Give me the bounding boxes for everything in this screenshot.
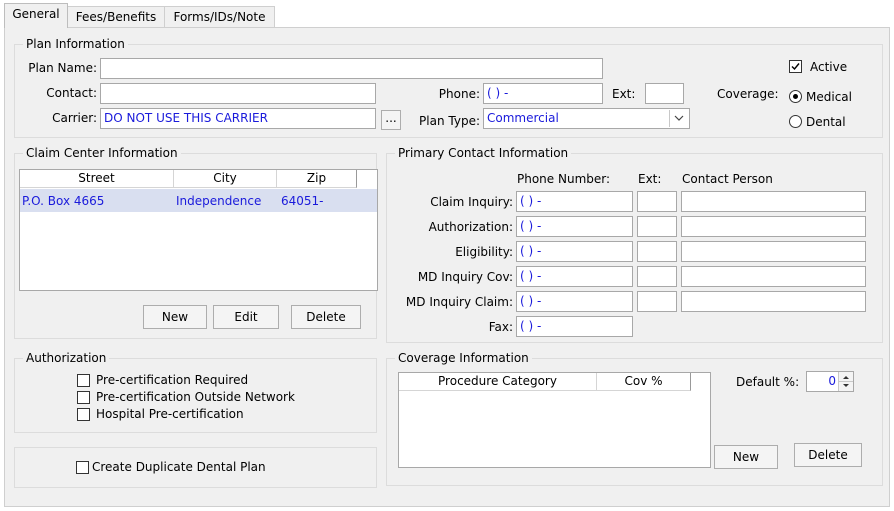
claim-center-legend: Claim Center Information — [23, 145, 181, 161]
coverage-new-button[interactable]: New — [714, 445, 778, 469]
column-header-procedure-category[interactable]: Procedure Category — [399, 373, 597, 391]
row-street: P.O. Box 4665 — [22, 194, 105, 208]
active-label: Active — [810, 60, 848, 74]
carrier-label: Carrier: — [52, 111, 97, 125]
default-percent-label: Default %: — [736, 375, 800, 389]
column-header-cov-percent[interactable]: Cov % — [597, 373, 691, 391]
claim-center-new-button[interactable]: New — [143, 305, 207, 329]
plan-editor-window: General Fees/Benefits Forms/IDs/Note Pla… — [0, 0, 894, 511]
ext-label: Ext: — [612, 87, 636, 101]
medical-label: Medical — [806, 90, 852, 104]
md-inquiry-claim-phone-input[interactable]: ( ) - — [516, 291, 633, 312]
authorization-phone-input[interactable]: ( ) - — [516, 216, 633, 237]
plan-type-label: Plan Type: — [419, 114, 480, 128]
plan-information-legend: Plan Information — [23, 36, 128, 52]
primary-contact-legend: Primary Contact Information — [395, 145, 572, 161]
arrow-up-icon — [843, 376, 849, 379]
dental-label: Dental — [806, 115, 846, 129]
carrier-input[interactable]: DO NOT USE THIS CARRIER — [100, 108, 376, 129]
authorization-ext-input[interactable] — [637, 216, 677, 237]
pre-cert-required-label: Pre-certification Required — [96, 373, 249, 387]
eligibility-person-input[interactable] — [681, 241, 866, 262]
tab-general[interactable]: General — [4, 3, 68, 28]
authorization-label: Authorization: — [428, 220, 513, 234]
active-checkbox[interactable] — [789, 60, 802, 73]
fax-input[interactable]: ( ) - — [516, 316, 633, 337]
pre-cert-outside-network-label: Pre-certification Outside Network — [96, 390, 295, 404]
general-panel: Plan Information Plan Name: Active Conta… — [4, 27, 890, 507]
phone-input[interactable]: ( ) - — [483, 83, 603, 104]
coverage-table[interactable]: Procedure Category Cov % — [398, 372, 711, 468]
tab-strip: General Fees/Benefits Forms/IDs/Note — [0, 0, 894, 28]
default-percent-spinner[interactable]: 0 — [806, 371, 854, 392]
carrier-browse-button[interactable]: ... — [381, 110, 401, 130]
md-inquiry-cov-label: MD Inquiry Cov: — [417, 270, 513, 284]
hospital-pre-cert-label: Hospital Pre-certification — [96, 407, 244, 421]
fax-label: Fax: — [488, 320, 513, 334]
row-city: Independence — [176, 194, 262, 208]
eligibility-label: Eligibility: — [455, 245, 513, 259]
authorization-legend: Authorization — [23, 350, 110, 366]
claim-inquiry-person-input[interactable] — [681, 191, 866, 212]
claim-inquiry-phone-input[interactable]: ( ) - — [516, 191, 633, 212]
authorization-person-input[interactable] — [681, 216, 866, 237]
coverage-medical-radio[interactable] — [789, 90, 802, 103]
plan-name-label: Plan Name: — [28, 61, 97, 75]
claim-inquiry-ext-input[interactable] — [637, 191, 677, 212]
md-inquiry-claim-label: MD Inquiry Claim: — [405, 295, 513, 309]
hospital-pre-cert-checkbox[interactable] — [77, 408, 90, 421]
chevron-down-icon[interactable] — [669, 110, 689, 127]
md-inquiry-cov-phone-input[interactable]: ( ) - — [516, 266, 633, 287]
checkmark-icon — [791, 63, 800, 71]
phone-ext-input[interactable] — [645, 83, 684, 104]
eligibility-phone-input[interactable]: ( ) - — [516, 241, 633, 262]
coverage-label: Coverage: — [717, 87, 779, 101]
column-header-street[interactable]: Street — [20, 170, 174, 188]
md-inquiry-claim-person-input[interactable] — [681, 291, 866, 312]
arrow-down-icon — [843, 384, 849, 387]
column-header-city[interactable]: City — [174, 170, 277, 188]
tab-forms-ids-note[interactable]: Forms/IDs/Note — [164, 6, 275, 27]
plan-type-value: Commercial — [487, 111, 559, 125]
default-percent-value: 0 — [828, 374, 836, 388]
contact-person-header: Contact Person — [682, 172, 773, 186]
tab-fees-benefits[interactable]: Fees/Benefits — [67, 6, 165, 27]
md-inquiry-claim-ext-input[interactable] — [637, 291, 677, 312]
eligibility-ext-input[interactable] — [637, 241, 677, 262]
contact-input[interactable] — [100, 83, 376, 104]
coverage-dental-radio[interactable] — [789, 115, 802, 128]
contact-label: Contact: — [46, 86, 97, 100]
claim-inquiry-label: Claim Inquiry: — [430, 195, 513, 209]
row-zip: 64051- — [281, 194, 324, 208]
claim-center-delete-button[interactable]: Delete — [291, 305, 361, 329]
md-inquiry-cov-person-input[interactable] — [681, 266, 866, 287]
plan-type-select[interactable]: Commercial — [483, 108, 690, 129]
claim-center-table[interactable]: Street City Zip P.O. Box 4665 Independen… — [19, 169, 378, 291]
ext-header: Ext: — [638, 172, 662, 186]
coverage-info-legend: Coverage Information — [395, 350, 532, 366]
create-duplicate-dental-label: Create Duplicate Dental Plan — [92, 460, 266, 474]
plan-name-input[interactable] — [100, 58, 603, 79]
phone-number-header: Phone Number: — [517, 172, 611, 186]
claim-center-edit-button[interactable]: Edit — [213, 305, 279, 329]
create-duplicate-dental-checkbox[interactable] — [76, 461, 89, 474]
md-inquiry-cov-ext-input[interactable] — [637, 266, 677, 287]
phone-label: Phone: — [438, 87, 480, 101]
coverage-delete-button[interactable]: Delete — [794, 443, 862, 467]
pre-cert-outside-network-checkbox[interactable] — [77, 391, 90, 404]
pre-cert-required-checkbox[interactable] — [77, 374, 90, 387]
spinner-arrows[interactable] — [838, 372, 853, 391]
column-header-zip[interactable]: Zip — [277, 170, 357, 188]
